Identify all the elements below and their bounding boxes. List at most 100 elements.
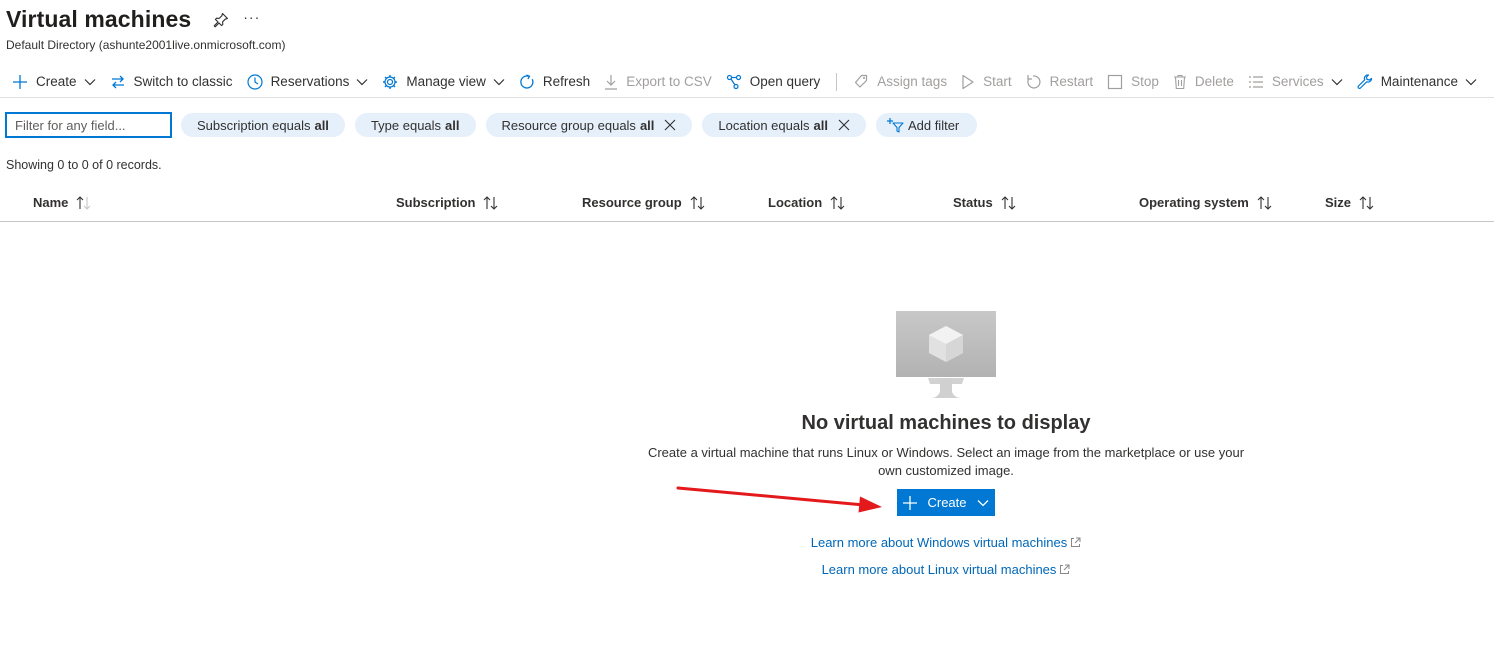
- open-query-label: Open query: [749, 74, 821, 89]
- filter-pill-resource-group[interactable]: Resource group equals all: [485, 113, 693, 137]
- filter-pill-location[interactable]: Location equals all: [702, 113, 866, 137]
- command-bar: Create Switch to classic Reservations Ma…: [0, 66, 1494, 98]
- switch-to-classic-label: Switch to classic: [133, 74, 233, 89]
- filter-pill-type[interactable]: Type equals all: [354, 113, 476, 137]
- delete-label: Delete: [1194, 74, 1234, 89]
- create-vm-label: Create: [927, 495, 967, 510]
- tag-icon: [855, 74, 868, 88]
- add-filter-label: Add filter: [907, 117, 960, 133]
- stop-button[interactable]: Stop: [1107, 74, 1159, 90]
- filter-pill-value: all: [314, 117, 329, 133]
- external-link-icon: [1071, 537, 1081, 547]
- assign-tags-label: Assign tags: [877, 74, 948, 89]
- column-header-resource-group[interactable]: Resource group: [582, 195, 706, 210]
- refresh-icon: [520, 73, 534, 89]
- learn-windows-link[interactable]: Learn more about Windows virtual machine…: [600, 535, 1292, 550]
- manage-view-menu-button[interactable]: Manage view: [382, 74, 505, 90]
- empty-state: No virtual machines to display Create a …: [600, 310, 1292, 577]
- create-vm-button[interactable]: Create: [897, 489, 995, 516]
- restart-button[interactable]: Restart: [1026, 74, 1094, 90]
- sort-icon: [690, 195, 705, 210]
- filter-pill-label: Subscription equals: [197, 117, 311, 133]
- filter-pill-label: Location equals: [718, 117, 810, 133]
- filter-pill-label: Type equals: [370, 117, 442, 133]
- reservations-label: Reservations: [270, 74, 350, 89]
- sort-icon: [484, 195, 498, 210]
- sort-icon: [1359, 195, 1374, 210]
- list-icon: [1248, 75, 1263, 88]
- clock-icon: [246, 73, 263, 90]
- create-menu-button[interactable]: Create: [12, 74, 96, 90]
- filter-pill-label: Resource group equals: [501, 117, 636, 133]
- column-header-subscription[interactable]: Subscription: [396, 195, 499, 210]
- more-options-icon[interactable]: ···: [243, 9, 260, 25]
- chevron-down-icon: [493, 78, 505, 85]
- sort-icon: [830, 195, 845, 210]
- filter-pill-value: all: [445, 117, 460, 133]
- services-label: Services: [1271, 74, 1324, 89]
- switch-to-classic-button[interactable]: Switch to classic: [110, 74, 233, 90]
- restart-label: Restart: [1049, 74, 1094, 89]
- column-label: Operating system: [1139, 195, 1249, 210]
- page-header: Virtual machines ···: [6, 6, 260, 33]
- start-button[interactable]: Start: [961, 74, 1012, 90]
- plus-icon: [13, 74, 27, 89]
- close-icon[interactable]: [838, 119, 850, 131]
- start-label: Start: [983, 74, 1012, 89]
- download-icon: [605, 74, 618, 90]
- assign-tags-button[interactable]: Assign tags: [853, 74, 947, 90]
- services-menu-button[interactable]: Services: [1248, 74, 1343, 89]
- column-header-name[interactable]: Name: [33, 195, 92, 210]
- switch-icon: [111, 75, 124, 88]
- open-query-button[interactable]: Open query: [726, 74, 821, 90]
- chevron-down-icon: [1331, 78, 1343, 85]
- manage-view-label: Manage view: [406, 74, 486, 89]
- toolbar-divider: [836, 72, 838, 91]
- play-icon: [962, 74, 974, 89]
- close-icon[interactable]: [664, 119, 676, 131]
- column-header-location[interactable]: Location: [768, 195, 846, 210]
- trash-icon: [1173, 74, 1186, 89]
- filter-pill-value: all: [813, 117, 828, 133]
- virtual-machine-monitor-icon: [896, 311, 996, 398]
- learn-linux-link[interactable]: Learn more about Linux virtual machines: [600, 562, 1292, 577]
- filter-pill-value: all: [639, 117, 655, 133]
- directory-subtitle: Default Directory (ashunte2001live.onmic…: [6, 38, 286, 52]
- refresh-label: Refresh: [542, 74, 591, 89]
- column-label: Subscription: [396, 195, 476, 210]
- filter-input[interactable]: [5, 112, 172, 138]
- reservations-menu-button[interactable]: Reservations: [246, 73, 369, 90]
- learn-linux-label: Learn more about Linux virtual machines: [821, 562, 1057, 577]
- chevron-down-icon: [977, 499, 988, 506]
- export-csv-label: Export to CSV: [626, 74, 712, 89]
- plus-icon: [903, 495, 918, 510]
- filter-pill-subscription[interactable]: Subscription equals all: [181, 113, 345, 137]
- sort-icon: [1257, 195, 1272, 210]
- refresh-button[interactable]: Refresh: [519, 73, 591, 90]
- pin-icon[interactable]: [213, 12, 229, 28]
- maintenance-label: Maintenance: [1380, 74, 1458, 89]
- column-label: Name: [33, 195, 69, 210]
- sort-ascending-icon: [77, 195, 91, 210]
- restart-icon: [1026, 74, 1041, 89]
- column-label: Resource group: [582, 195, 682, 210]
- page-title: Virtual machines: [6, 6, 192, 32]
- column-header-status[interactable]: Status: [953, 195, 1017, 210]
- empty-state-description: Create a virtual machine that runs Linux…: [647, 445, 1245, 478]
- export-csv-button[interactable]: Export to CSV: [604, 74, 712, 90]
- stop-label: Stop: [1131, 74, 1159, 89]
- chevron-down-icon: [356, 78, 368, 85]
- empty-state-title: No virtual machines to display: [801, 412, 1091, 434]
- delete-button[interactable]: Delete: [1173, 74, 1234, 90]
- query-graph-icon: [726, 74, 741, 89]
- table-header: Name Subscription Resource group Locatio…: [0, 186, 1494, 222]
- column-header-operating-system[interactable]: Operating system: [1139, 195, 1273, 210]
- maintenance-menu-button[interactable]: Maintenance: [1357, 73, 1477, 90]
- add-filter-icon: [886, 118, 904, 133]
- gear-icon: [383, 74, 398, 89]
- wrench-icon: [1357, 73, 1372, 89]
- create-label: Create: [36, 74, 77, 89]
- column-label: Status: [953, 195, 993, 210]
- add-filter-button[interactable]: Add filter: [875, 113, 978, 137]
- column-header-size[interactable]: Size: [1325, 195, 1375, 210]
